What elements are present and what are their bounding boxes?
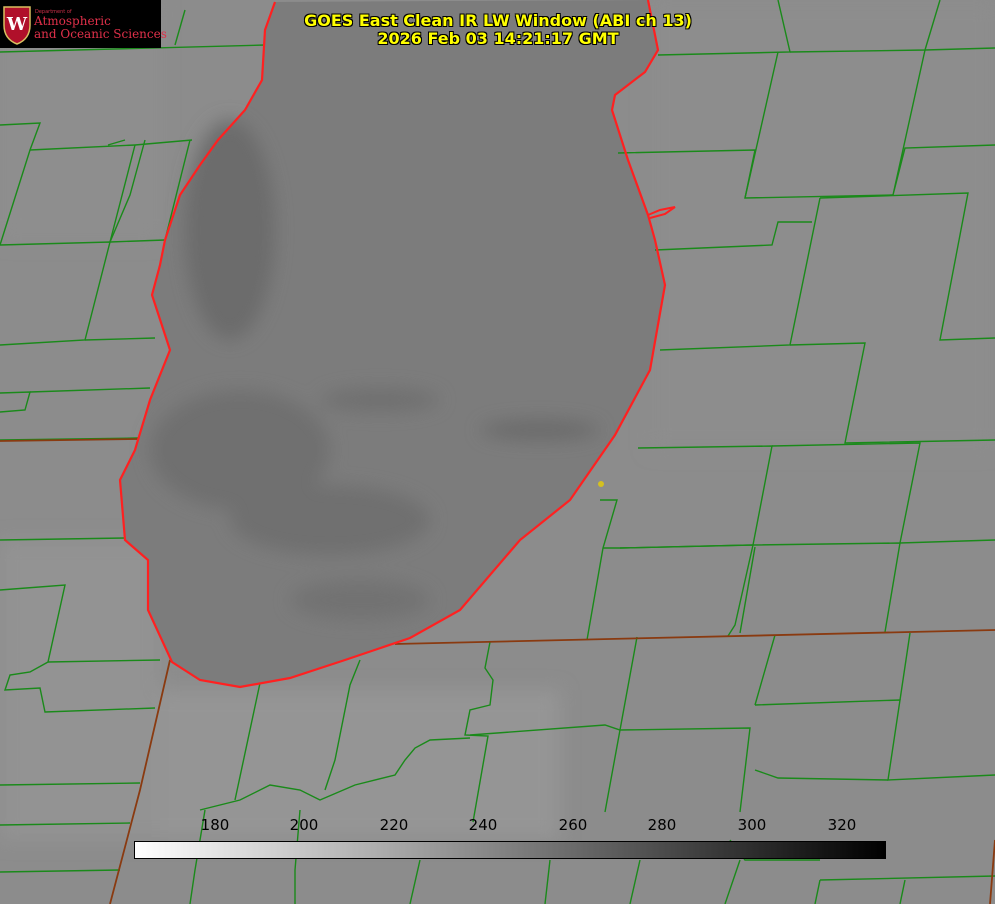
- colorbar-tick: 180: [200, 816, 230, 834]
- colorbar-tick: 200: [289, 816, 319, 834]
- logo-line2: and Oceanic Sciences: [34, 27, 167, 41]
- satellite-map: W Department of Atmospheric and Oceanic …: [0, 0, 995, 904]
- aos-logo: W Department of Atmospheric and Oceanic …: [0, 0, 167, 48]
- colorbar-tick: 320: [827, 816, 857, 834]
- image-timestamp: 2026 Feb 03 14:21:17 GMT: [377, 29, 619, 48]
- colorbar-tick: 220: [379, 816, 409, 834]
- logo-line1: Atmospheric: [34, 14, 111, 28]
- image-title: GOES East Clean IR LW Window (ABI ch 13): [304, 11, 692, 30]
- location-marker: [598, 481, 604, 487]
- map-canvas: [0, 0, 995, 904]
- svg-text:W: W: [6, 14, 28, 35]
- colorbar-tick: 280: [647, 816, 677, 834]
- uw-crest-icon: W: [3, 6, 31, 45]
- colorbar-tick: 240: [468, 816, 498, 834]
- colorbar-tick: 300: [737, 816, 767, 834]
- colorbar-tick: 260: [558, 816, 588, 834]
- colorbar: [134, 841, 886, 859]
